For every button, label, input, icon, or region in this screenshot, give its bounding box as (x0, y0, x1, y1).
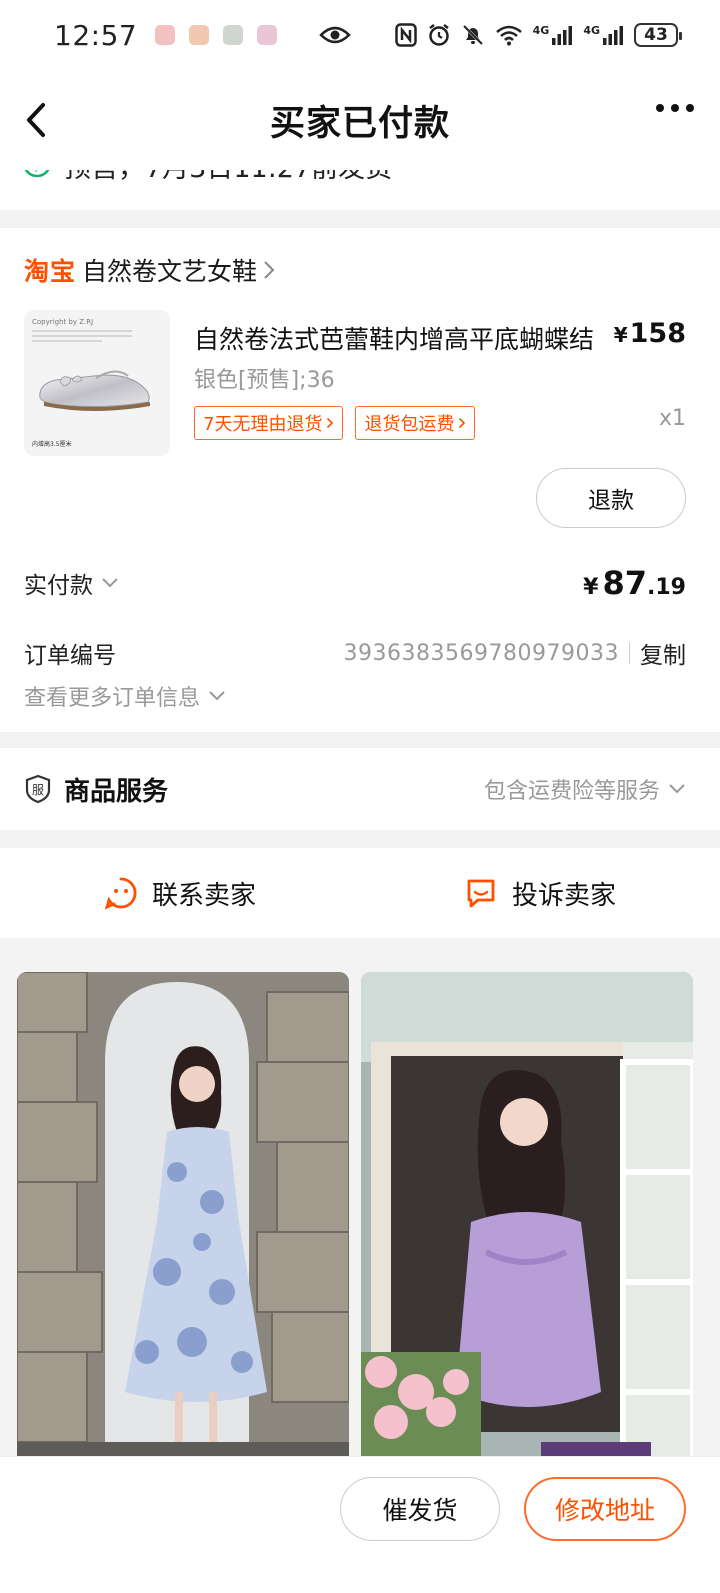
order-number: 3936383569780979033 (343, 640, 619, 666)
service-title: 商品服务 (64, 776, 169, 807)
app-icon (257, 25, 278, 45)
status-time: 12:57 (54, 18, 138, 52)
notification-icons (155, 25, 278, 45)
battery-level: 43 (644, 25, 668, 45)
battery-icon: 43 (634, 23, 682, 47)
paid-currency: ¥ (583, 575, 599, 600)
more-dot-icon (686, 104, 694, 112)
wifi-icon (495, 24, 523, 46)
network-type-label: 4G (583, 24, 600, 37)
tag-label: 退货包运费 (364, 414, 455, 435)
svg-text:服: 服 (32, 783, 44, 797)
divider (629, 642, 630, 664)
paid-integer: 87 (602, 564, 648, 602)
item-title[interactable]: 自然卷法式芭蕾鞋内增高平底蝴蝶结 (194, 320, 614, 356)
tag-return-7days[interactable]: 7天无理由退货 (194, 406, 344, 440)
recommendation-card[interactable] (361, 972, 693, 1512)
refund-button[interactable]: 退款 (536, 468, 686, 528)
network-type-label: 4G (532, 24, 550, 37)
nav-bar: 买家已付款 (0, 70, 720, 170)
shoe-image (39, 370, 150, 411)
service-shield-icon: 服 (25, 774, 51, 804)
recommendation-card[interactable] (17, 972, 349, 1512)
app-icon (189, 25, 210, 45)
chevron-down-icon (669, 784, 685, 794)
chevron-down-icon (102, 578, 118, 588)
paid-amount: ¥ 87 .19 (583, 564, 686, 602)
status-bar: 12:57 4G 4G 43 (0, 0, 720, 70)
shop-link[interactable]: 淘宝 自然卷文艺女鞋 (24, 252, 275, 288)
order-card: 淘宝 自然卷文艺女鞋 Copyright by Z.RJ 内增高3.5厘米 自然… (0, 228, 720, 732)
thumbnail-footnote: 内增高3.5厘米 (32, 441, 72, 448)
item-sku: 银色[预售];36 (194, 368, 335, 393)
service-tags: 7天无理由退货 退货包运费 (194, 406, 476, 440)
price-value: 158 (629, 318, 686, 349)
item-quantity: x1 (658, 406, 686, 431)
more-dot-icon (656, 104, 664, 112)
chevron-right-icon (327, 417, 334, 429)
paid-label: 实付款 (24, 573, 93, 599)
service-description-text: 包含运费险等服务 (483, 779, 660, 804)
thumbnail-text-lines (32, 330, 132, 345)
eye-icon (319, 25, 351, 45)
chevron-left-icon (27, 103, 45, 137)
chevron-down-icon (209, 691, 225, 701)
copy-button[interactable]: 复制 (640, 636, 686, 670)
complaint-chat-icon (467, 879, 495, 908)
service-description: 包含运费险等服务 (484, 773, 686, 805)
shop-name: 自然卷文艺女鞋 (82, 257, 258, 286)
alarm-icon (427, 23, 451, 47)
mute-icon (461, 23, 485, 47)
contact-seller-button[interactable]: 联系卖家 (0, 875, 360, 912)
more-button[interactable] (656, 104, 694, 112)
product-photo-blue-dress (17, 972, 349, 1512)
bottom-action-bar: 催发货 修改地址 (0, 1456, 720, 1593)
product-photo-purple-dress (361, 972, 693, 1512)
product-thumbnail[interactable]: Copyright by Z.RJ 内增高3.5厘米 (24, 310, 170, 456)
order-number-row: 订单编号 3936383569780979033 复制 (24, 636, 686, 670)
urge-shipping-button[interactable]: 催发货 (340, 1477, 500, 1541)
back-button[interactable] (24, 100, 64, 140)
order-number-label: 订单编号 (24, 643, 116, 669)
taobao-logo: 淘宝 (24, 257, 77, 286)
price-currency: ¥ (613, 323, 628, 347)
more-dot-icon (671, 104, 679, 112)
signal-icon: 4G (533, 24, 574, 46)
app-icon (155, 25, 176, 45)
more-order-info-label: 查看更多订单信息 (24, 686, 201, 711)
page-title: 买家已付款 (269, 103, 450, 144)
thumbnail-brand-text: Copyright by Z.RJ (32, 318, 94, 326)
complain-seller-button[interactable]: 投诉卖家 (360, 875, 720, 912)
app-icon (223, 25, 244, 45)
nfc-icon (394, 23, 417, 47)
tag-free-return-shipping[interactable]: 退货包运费 (355, 406, 476, 440)
paid-decimal: .19 (647, 575, 686, 600)
system-icons: 4G 4G 43 (394, 23, 682, 47)
screen: 12:57 4G 4G 43 买家已付款 淘宝 自然卷文艺女鞋 Copyrigh… (0, 0, 720, 1593)
chevron-right-icon (264, 261, 275, 279)
chat-face-icon (104, 877, 137, 910)
contact-row: 联系卖家 投诉卖家 (0, 848, 720, 938)
complain-seller-label: 投诉卖家 (511, 880, 616, 911)
service-row[interactable]: 服 商品服务 包含运费险等服务 (0, 748, 720, 830)
tag-label: 7天无理由退货 (203, 414, 323, 435)
chevron-right-icon (459, 417, 466, 429)
modify-address-button[interactable]: 修改地址 (524, 1477, 686, 1541)
more-order-info-button[interactable]: 查看更多订单信息 (24, 680, 226, 712)
paid-amount-row[interactable]: 实付款 ¥ 87 .19 (24, 564, 686, 602)
item-price: ¥158 (614, 318, 686, 349)
signal-icon: 4G (583, 24, 624, 46)
contact-seller-label: 联系卖家 (151, 880, 256, 911)
